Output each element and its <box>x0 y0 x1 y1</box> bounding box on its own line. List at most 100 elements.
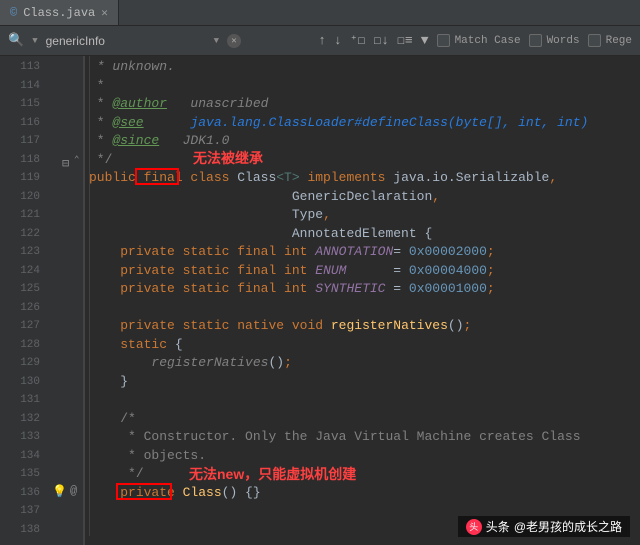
prev-match-icon[interactable]: ↑ <box>318 33 326 48</box>
code-text: private static final int <box>120 281 315 296</box>
fold-end-icon[interactable]: ⌃ <box>74 151 79 170</box>
code-text: */ <box>89 152 112 167</box>
watermark: 头 头条 @老男孩的成长之路 <box>458 516 630 537</box>
find-bar: 🔍 ▼ ▼ ✕ ↑ ↓ ⁺☐ ☐↓ ☐≡ ▼ Match Case Words … <box>0 26 640 56</box>
code-text: = <box>385 281 408 296</box>
code-text: AnnotatedElement { <box>292 226 432 241</box>
final-annotation: 无法被继承 <box>193 148 263 168</box>
line-number: 123 <box>0 243 50 262</box>
bulb-icon[interactable]: 💡 <box>52 484 67 499</box>
code-text: java.lang.ClassLoader#defineClass(byte[]… <box>190 115 588 130</box>
words-label: Words <box>547 35 580 47</box>
private-annotation: 无法new，只能虚拟机创建 <box>189 464 356 484</box>
line-number: 124 <box>0 262 50 281</box>
match-case-checkbox[interactable]: Match Case <box>437 34 521 47</box>
line-number: 128 <box>0 336 50 355</box>
code-text: SYNTHETIC <box>315 281 385 296</box>
code-text: static <box>120 337 175 352</box>
line-number: 136 <box>0 484 50 503</box>
line-number: 126 <box>0 299 50 318</box>
line-number: 122 <box>0 225 50 244</box>
code-text: ENUM <box>315 263 346 278</box>
line-number: 138 <box>0 521 50 540</box>
code-text: 0x00001000 <box>409 281 487 296</box>
options-dropdown-icon[interactable]: ▼ <box>214 36 219 46</box>
code-text: 0x00002000 <box>409 244 487 259</box>
line-number: 120 <box>0 188 50 207</box>
code-text: public <box>89 170 136 185</box>
code-text: * objects. <box>120 448 206 463</box>
code-text: private static native void <box>120 318 331 333</box>
private-highlight-box <box>116 483 172 500</box>
code-text: private static final int <box>120 263 315 278</box>
checkbox-box <box>437 34 450 47</box>
line-number: 121 <box>0 206 50 225</box>
code-text: 0x00004000 <box>409 263 487 278</box>
line-number-gutter: 1131141151161171181191201211221231241251… <box>0 56 50 545</box>
line-number: 133 <box>0 428 50 447</box>
code-text: /* <box>120 411 136 426</box>
watermark-badge-icon: 头 <box>466 519 482 535</box>
code-text: () <box>268 355 284 370</box>
line-number: 119 <box>0 169 50 188</box>
code-text: , <box>323 207 331 222</box>
code-text: = <box>346 263 408 278</box>
code-text <box>144 115 191 130</box>
add-selection-icon[interactable]: ⁺☐ <box>350 33 366 48</box>
code-text: private static final int <box>120 244 315 259</box>
next-match-icon[interactable]: ↓ <box>334 33 342 48</box>
code-text: , <box>432 189 440 204</box>
code-text: @see <box>112 115 143 130</box>
line-number: 118 <box>0 151 50 170</box>
gutter-icons: ⊟ 💡 @ <box>50 56 85 545</box>
code-text: <T> <box>276 170 299 185</box>
code-text: GenericDeclaration <box>292 189 432 204</box>
line-number: 130 <box>0 373 50 392</box>
code-text: registerNatives <box>151 355 268 370</box>
code-text: @since <box>112 133 159 148</box>
code-text: { <box>175 337 183 352</box>
code-text: Type <box>292 207 323 222</box>
override-icon[interactable]: @ <box>70 484 77 498</box>
line-number: 135 <box>0 465 50 484</box>
line-number: 125 <box>0 280 50 299</box>
regex-checkbox[interactable]: Rege <box>588 34 632 47</box>
final-highlight-box <box>135 168 179 185</box>
code-text: Class <box>237 170 276 185</box>
clear-icon[interactable]: ✕ <box>227 34 241 48</box>
code-text: @author <box>112 96 167 111</box>
filter-icon[interactable]: ▼ <box>421 33 429 48</box>
watermark-prefix: 头条 <box>486 518 510 535</box>
regex-label: Rege <box>606 35 632 47</box>
code-text: JDK1.0 <box>159 133 229 148</box>
code-text: () <box>448 318 464 333</box>
code-area[interactable]: * unknown. * * @author unascribed * @see… <box>85 56 640 545</box>
line-number: 127 <box>0 317 50 336</box>
code-text: class <box>190 170 237 185</box>
code-text: * unknown. <box>89 59 175 74</box>
file-tab[interactable]: © Class.java ✕ <box>0 0 119 25</box>
match-case-label: Match Case <box>455 35 521 47</box>
code-text: * <box>89 96 112 111</box>
line-number: 131 <box>0 391 50 410</box>
editor: 1131141151161171181191201211221231241251… <box>0 56 640 545</box>
code-text: implements <box>300 170 394 185</box>
line-number: 134 <box>0 447 50 466</box>
words-checkbox[interactable]: Words <box>529 34 580 47</box>
code-text: * <box>89 115 112 130</box>
watermark-text: @老男孩的成长之路 <box>514 518 622 535</box>
select-lines-icon[interactable]: ☐≡ <box>397 33 413 48</box>
close-icon[interactable]: ✕ <box>101 6 108 20</box>
checkbox-box <box>529 34 542 47</box>
tab-bar: © Class.java ✕ <box>0 0 640 26</box>
code-text: */ <box>120 466 143 481</box>
history-dropdown-icon[interactable]: ▼ <box>32 36 37 46</box>
code-text: () {} <box>222 485 261 500</box>
line-number: 129 <box>0 354 50 373</box>
code-text: unascribed <box>167 96 268 111</box>
code-text: * <box>89 133 112 148</box>
search-input[interactable] <box>46 34 206 48</box>
select-all-icon[interactable]: ☐↓ <box>373 33 389 48</box>
fold-icon[interactable]: ⊟ <box>62 156 69 171</box>
line-number: 116 <box>0 114 50 133</box>
